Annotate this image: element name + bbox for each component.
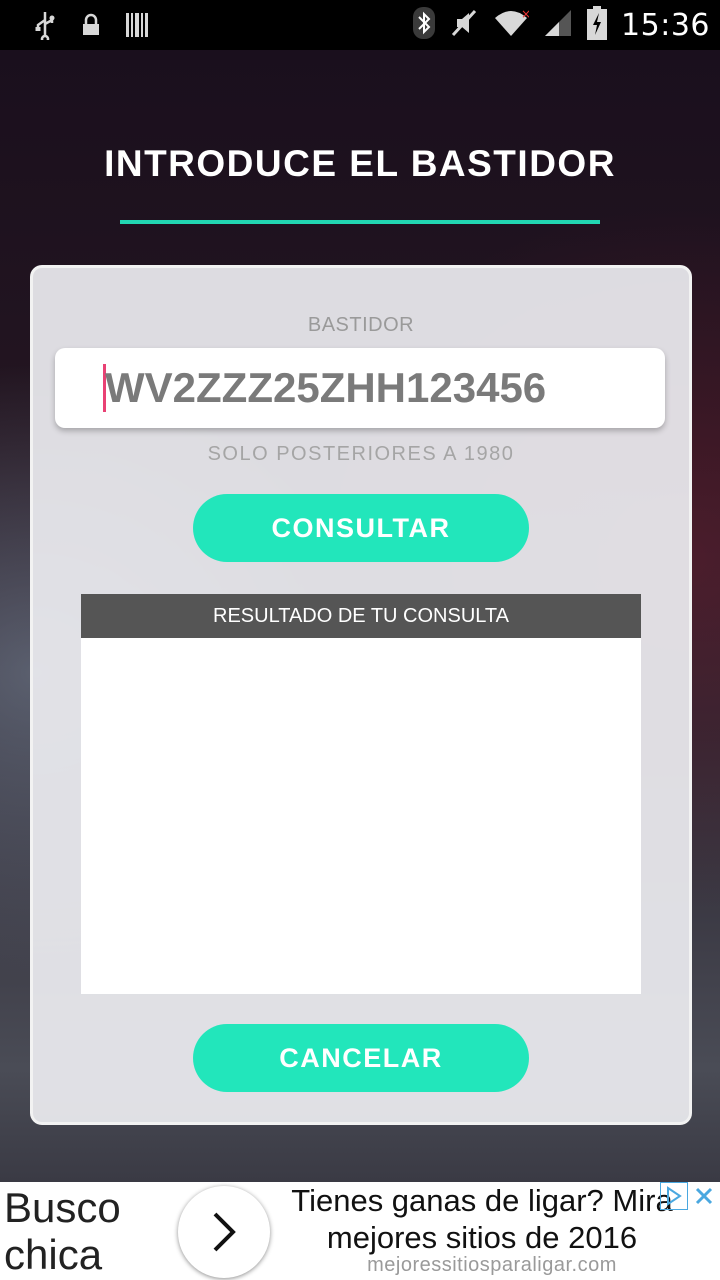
result-panel bbox=[81, 638, 641, 994]
cancelar-button[interactable]: CANCELAR bbox=[193, 1024, 529, 1092]
ad-headline: Tienes ganas de ligar? Mira mejores siti… bbox=[291, 1183, 673, 1255]
status-bar: × 15:36 bbox=[0, 0, 720, 50]
ad-left-text: Busco chica bbox=[4, 1184, 121, 1278]
chevron-right-icon bbox=[213, 1212, 236, 1252]
vin-form-card: BASTIDOR WV2ZZZ25ZHH123456 SOLO POSTERIO… bbox=[30, 265, 692, 1125]
vin-input[interactable]: WV2ZZZ25ZHH123456 bbox=[55, 348, 665, 428]
ad-url: mejoressitiosparaligar.com bbox=[367, 1254, 617, 1276]
ad-close-icon[interactable] bbox=[690, 1182, 718, 1210]
wifi-icon: × bbox=[493, 7, 531, 43]
battery-icon bbox=[587, 5, 608, 45]
ad-banner[interactable]: Busco chica Tienes ganas de ligar? Mira … bbox=[0, 1182, 720, 1280]
adchoices-icon[interactable] bbox=[660, 1182, 688, 1210]
result-header: RESULTADO DE TU CONSULTA bbox=[81, 594, 641, 638]
mute-icon bbox=[449, 7, 479, 44]
ad-arrow-button[interactable] bbox=[178, 1186, 270, 1278]
status-time: 15:36 bbox=[621, 7, 710, 43]
consultar-button[interactable]: CONSULTAR bbox=[193, 494, 529, 562]
barcode-icon bbox=[114, 0, 160, 50]
bluetooth-icon bbox=[413, 6, 436, 44]
vin-hint: SOLO POSTERIORES A 1980 bbox=[207, 443, 515, 465]
vin-field-label: BASTIDOR bbox=[307, 314, 415, 336]
title-underline bbox=[120, 220, 600, 224]
status-right-icons: × 15:36 bbox=[413, 0, 710, 50]
usb-icon bbox=[22, 0, 68, 50]
page-title: INTRODUCE EL BASTIDOR bbox=[104, 143, 616, 184]
vin-input-value: WV2ZZZ25ZHH123456 bbox=[105, 364, 547, 411]
status-left-icons bbox=[22, 0, 160, 50]
lock-icon bbox=[68, 0, 114, 50]
svg-text:×: × bbox=[521, 8, 529, 21]
signal-icon bbox=[543, 8, 573, 43]
